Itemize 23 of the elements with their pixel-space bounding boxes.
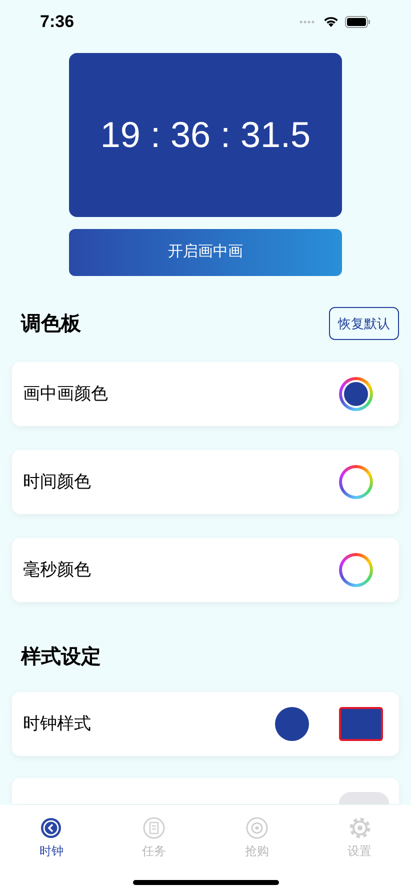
setting-label: 毫秒颜色 xyxy=(23,559,91,582)
reset-button[interactable]: 恢复默认 xyxy=(329,307,399,340)
color-picker[interactable] xyxy=(339,465,373,499)
clock-time: 19 : 36 : 31.5 xyxy=(100,113,311,157)
status-time: 7:36 xyxy=(40,11,74,34)
wifi-icon xyxy=(323,16,339,28)
battery-icon xyxy=(345,16,371,28)
setting-label: 时间颜色 xyxy=(23,471,91,494)
color-picker[interactable] xyxy=(339,377,373,411)
color-picker[interactable] xyxy=(339,553,373,587)
pip-button[interactable]: 开启画中画 xyxy=(69,229,342,276)
document-icon xyxy=(143,817,166,839)
section-title: 样式设定 xyxy=(21,646,101,668)
target-icon xyxy=(246,817,268,839)
setting-label: 时钟样式 xyxy=(23,713,91,736)
signal-icon xyxy=(299,20,317,24)
clock-icon xyxy=(40,817,62,839)
toggle-switch[interactable] xyxy=(339,792,389,804)
tab-item[interactable]: 时钟 xyxy=(0,817,103,860)
setting-label: 画中画颜色 xyxy=(23,383,108,406)
section-title: 调色板 xyxy=(21,312,81,336)
settings-icon xyxy=(348,817,371,839)
circle-style-option[interactable] xyxy=(275,707,309,741)
